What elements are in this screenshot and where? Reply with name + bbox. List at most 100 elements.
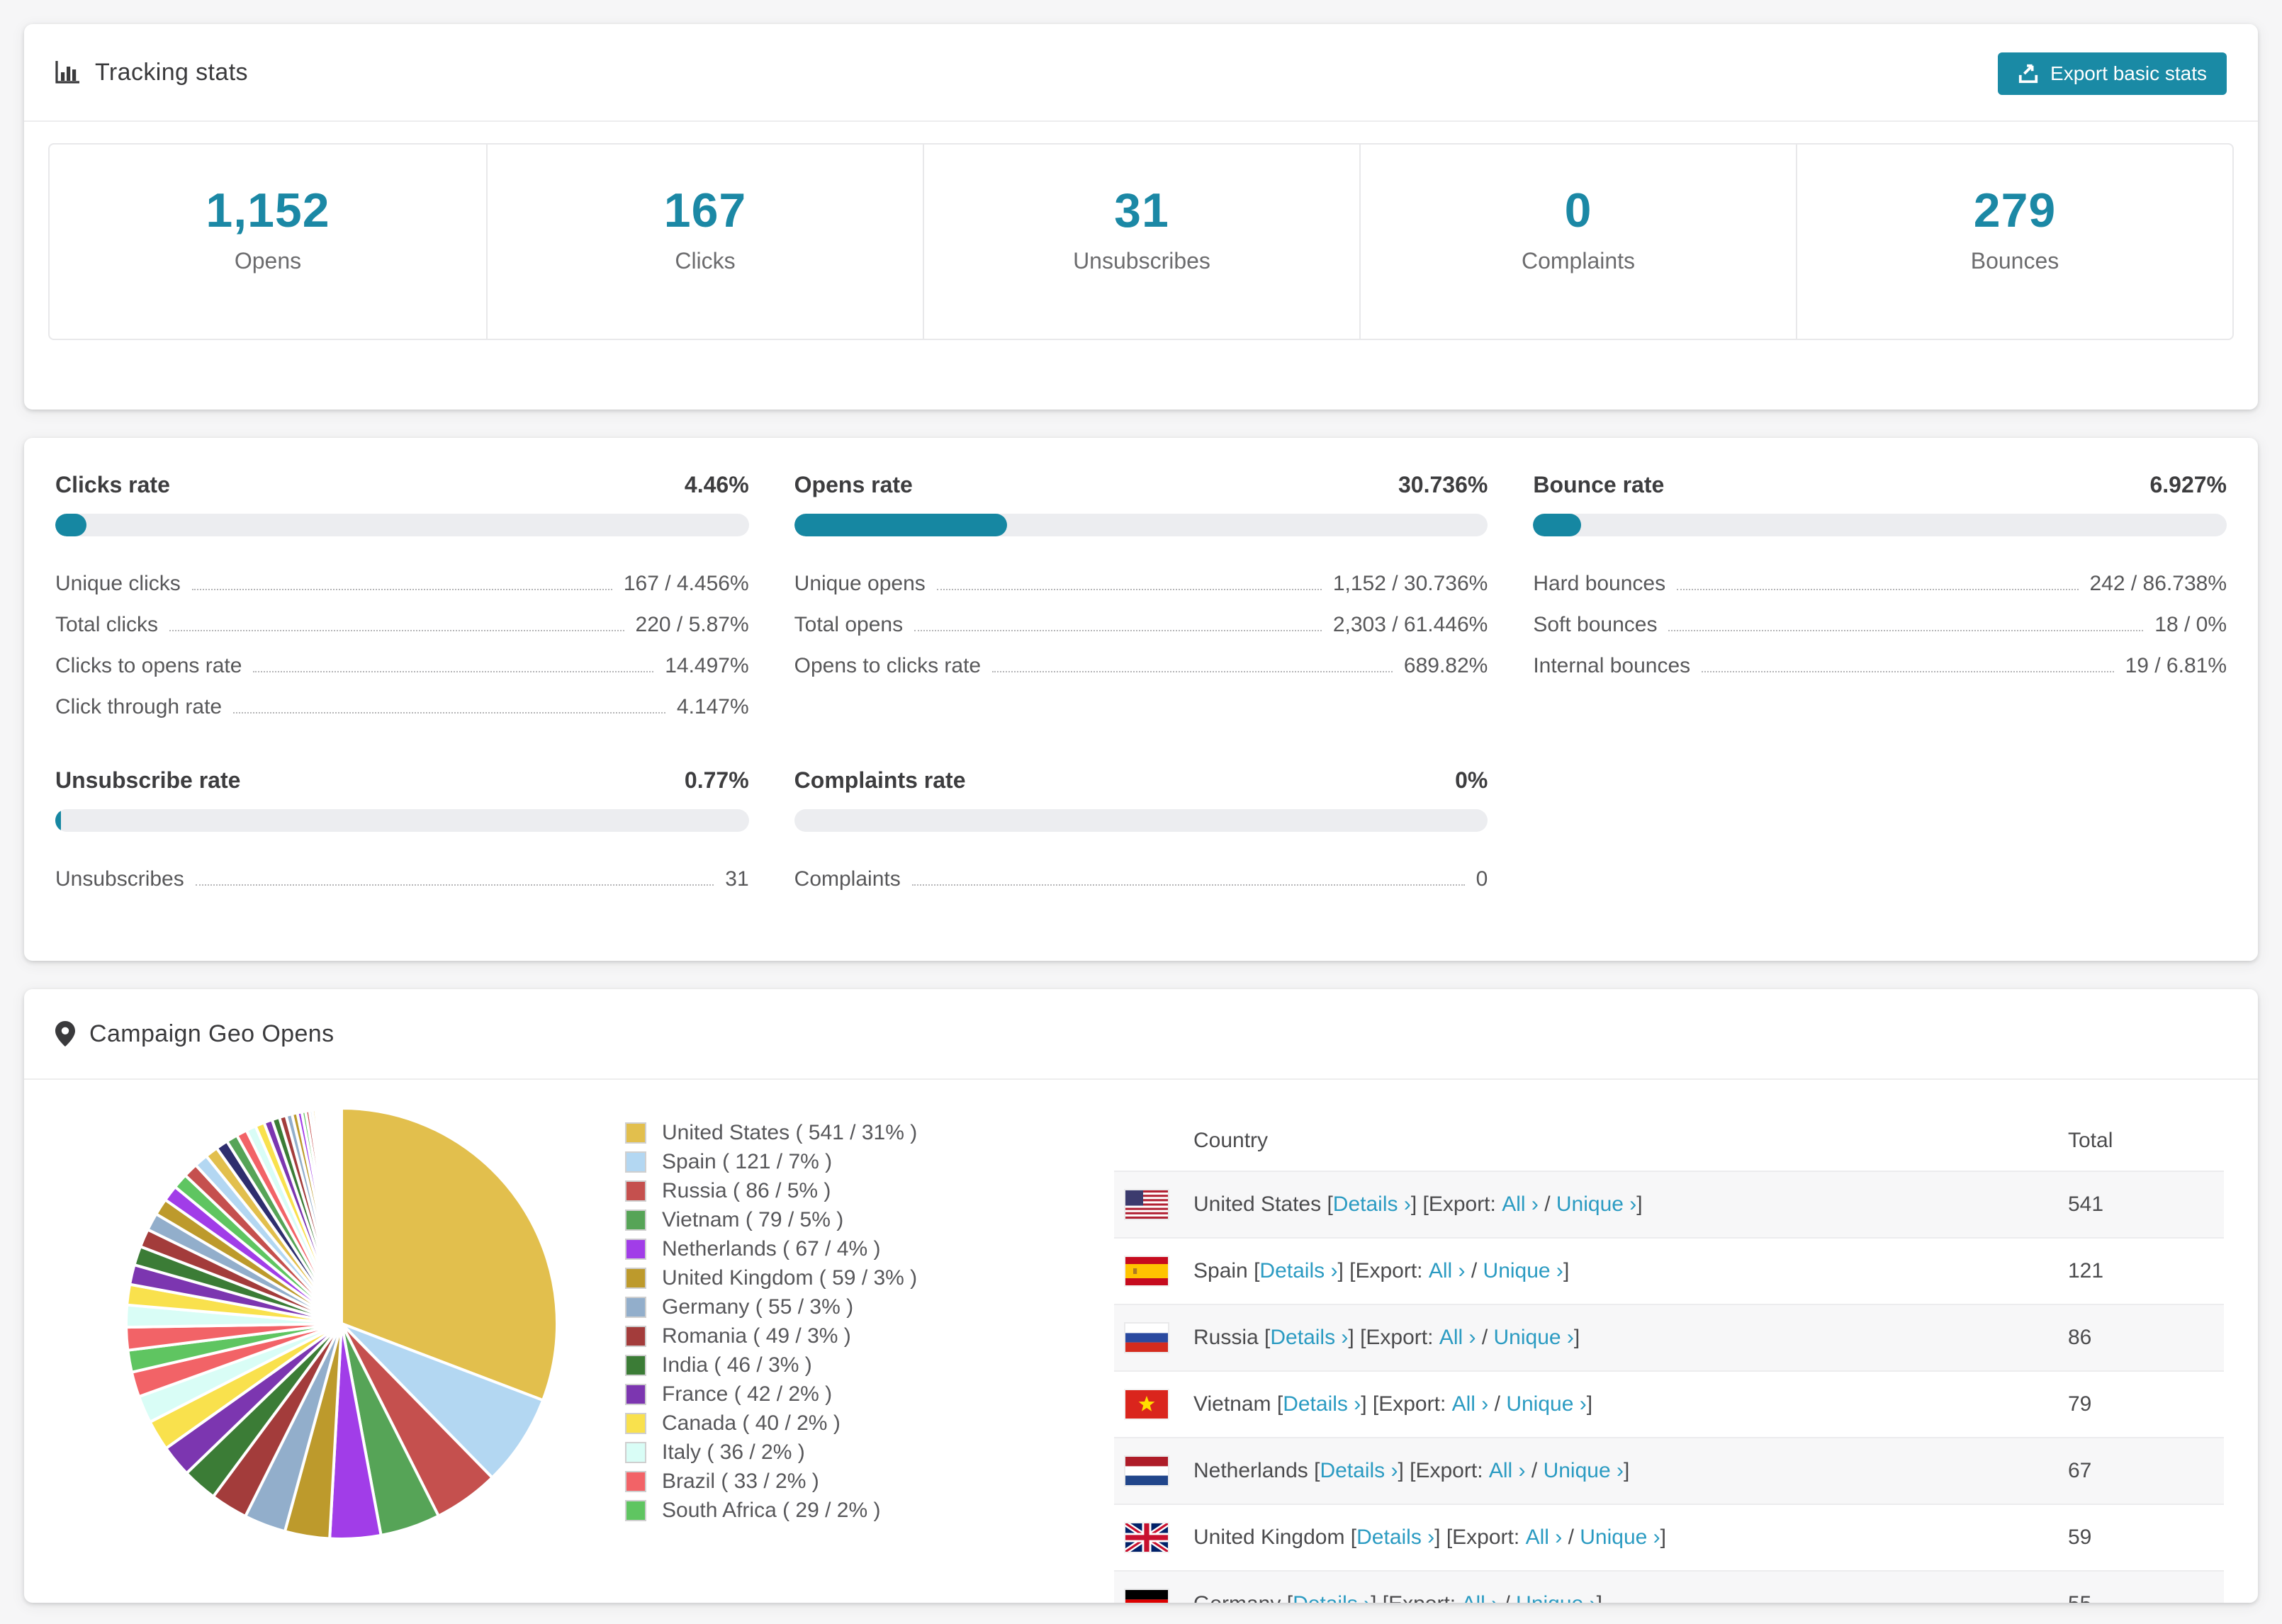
legend-label: Germany ( 55 / 3% ) [662,1295,854,1319]
geo-opens-title-text: Campaign Geo Opens [89,1020,335,1047]
rate-detail-rows: Hard bounces 242 / 86.738% Soft bounces 18 … [1533,555,2227,678]
rate-detail-row: Total clicks 220 / 5.87% [55,596,749,637]
legend-item: Vietnam ( 79 / 5% ) [625,1205,1114,1234]
export-all-link[interactable]: All › [1489,1459,1526,1483]
rate-progress-track [1533,514,2227,536]
rate-detail-rows: Unsubscribes 31 [55,850,749,891]
legend-label: France ( 42 / 2% ) [662,1382,833,1406]
legend-label: Romania ( 49 / 3% ) [662,1324,851,1348]
rate-detail-row: Clicks to opens rate 14.497% [55,637,749,678]
legend-swatch [625,1209,646,1231]
export-unique-link[interactable]: Unique › [1580,1526,1660,1550]
table-row-nl: Netherlands [Details ›] [Export: All › /… [1114,1437,2224,1504]
rate-progress-fill [794,514,1008,536]
export-all-link[interactable]: All › [1461,1592,1498,1603]
rate-detail-label: Unique clicks [55,572,181,595]
legend-item: Germany ( 55 / 3% ) [625,1292,1114,1321]
dotted-leader [992,671,1393,672]
rate-detail-label: Total clicks [55,613,159,636]
dotted-leader [914,630,1322,631]
legend-label: Netherlands ( 67 / 4% ) [662,1236,881,1261]
rate-detail-value: 167 / 4.456% [623,572,749,595]
tracking-stats-card: Tracking stats Export basic stats 1,152 O… [24,24,2258,410]
rate-detail-value: 1,152 / 30.736% [1332,572,1488,595]
dotted-leader [191,589,612,590]
rate-detail-row: Hard bounces 242 / 86.738% [1533,555,2227,596]
rate-title: Clicks rate [55,472,170,497]
row-total-cell: 541 [2068,1192,2104,1216]
export-all-link[interactable]: All › [1429,1259,1466,1283]
details-link[interactable]: Details › [1333,1192,1411,1217]
export-unique-link[interactable]: Unique › [1494,1326,1574,1350]
legend-swatch [625,1354,646,1376]
row-country-cell: Vietnam [Details ›] [Export: All › / Uni… [1114,1390,2068,1419]
tracking-stats-title: Tracking stats [55,59,248,86]
dotted-leader [936,589,1322,590]
rate-title-row: Bounce rate 6.927% [1533,472,2227,498]
details-link[interactable]: Details › [1320,1459,1398,1483]
legend-swatch [625,1122,646,1144]
legend-swatch [625,1470,646,1492]
geo-opens-pie-chart[interactable] [120,1103,563,1545]
rate-detail-label: Complaints [794,867,901,891]
legend-item: South Africa ( 29 / 2% ) [625,1496,1114,1525]
row-total-cell: 79 [2068,1392,2092,1416]
rate-progress-track [794,514,1488,536]
details-link[interactable]: Details › [1356,1526,1434,1550]
table-row-gb: United Kingdom [Details ›] [Export: All … [1114,1504,2224,1570]
rate-block-complaints-rate: Complaints rate 0% Complaints 0 [794,767,1488,891]
export-unique-link[interactable]: Unique › [1556,1192,1636,1217]
summary-stat-clicks: 167 Clicks [486,145,923,339]
export-all-link[interactable]: All › [1439,1326,1476,1350]
geo-pie-wrap [58,1080,625,1603]
column-header-country: Country [1193,1129,1269,1152]
rate-detail-label: Internal bounces [1533,654,1691,677]
rate-title: Bounce rate [1533,472,1665,497]
rate-detail-row: Complaints 0 [794,850,1488,891]
page: Tracking stats Export basic stats 1,152 O… [0,0,2282,1624]
rates-card: Clicks rate 4.46% Unique clicks 167 / 4.456… [24,438,2258,961]
export-unique-link[interactable]: Unique › [1544,1459,1624,1483]
country-name: United States [1193,1192,1327,1216]
export-unique-link[interactable]: Unique › [1516,1592,1596,1603]
details-link[interactable]: Details › [1293,1592,1371,1603]
rate-detail-label: Opens to clicks rate [794,654,982,677]
geo-opens-header: Campaign Geo Opens [24,989,2258,1080]
rate-detail-rows: Unique opens 1,152 / 30.736% Total opens 2,… [794,555,1488,678]
export-unique-link[interactable]: Unique › [1506,1392,1586,1416]
legend-label: Brazil ( 33 / 2% ) [662,1469,819,1493]
export-unique-link[interactable]: Unique › [1483,1259,1563,1283]
dotted-leader [911,884,1465,886]
details-link[interactable]: Details › [1270,1326,1348,1350]
export-basic-stats-button[interactable]: Export basic stats [1998,52,2227,95]
export-button-label: Export basic stats [2050,62,2207,84]
rate-title: Opens rate [794,472,913,497]
row-total-cell: 55 [2068,1592,2224,1603]
export-all-link[interactable]: All › [1526,1526,1563,1550]
geo-pie-legend: United States ( 541 / 31% ) Spain ( 121 /… [625,1080,1114,1603]
details-link[interactable]: Details › [1283,1392,1361,1416]
legend-swatch [625,1238,646,1260]
details-link[interactable]: Details › [1259,1259,1337,1283]
flag-icon-vn [1125,1390,1168,1419]
export-all-link[interactable]: All › [1502,1192,1539,1217]
pie-slice-67[interactable] [339,1106,343,1325]
rate-value: 4.46% [684,472,749,497]
dotted-leader [1702,671,2114,672]
rate-detail-value: 14.497% [665,654,749,677]
export-all-link[interactable]: All › [1452,1392,1489,1416]
rate-detail-row: Opens to clicks rate 689.82% [794,637,1488,678]
legend-label: India ( 46 / 3% ) [662,1353,812,1377]
rate-detail-label: Total opens [794,613,904,636]
rate-title: Unsubscribe rate [55,767,241,793]
summary-stat-label: Opens [234,248,302,274]
rate-detail-label: Unsubscribes [55,867,184,891]
row-total-cell: 59 [2068,1526,2092,1549]
summary-stat-unsubscribes: 31 Unsubscribes [923,145,1359,339]
flag-icon-gb [1123,1521,1170,1555]
rate-detail-value: 2,303 / 61.446% [1332,613,1488,636]
table-row-es: Spain [Details ›] [Export: All › / Uniqu… [1114,1237,2224,1304]
rate-title-row: Complaints rate 0% [794,767,1488,794]
rate-block-unsubscribe-rate: Unsubscribe rate 0.77% Unsubscribes 31 [55,767,749,891]
rate-progress-fill [55,809,61,832]
